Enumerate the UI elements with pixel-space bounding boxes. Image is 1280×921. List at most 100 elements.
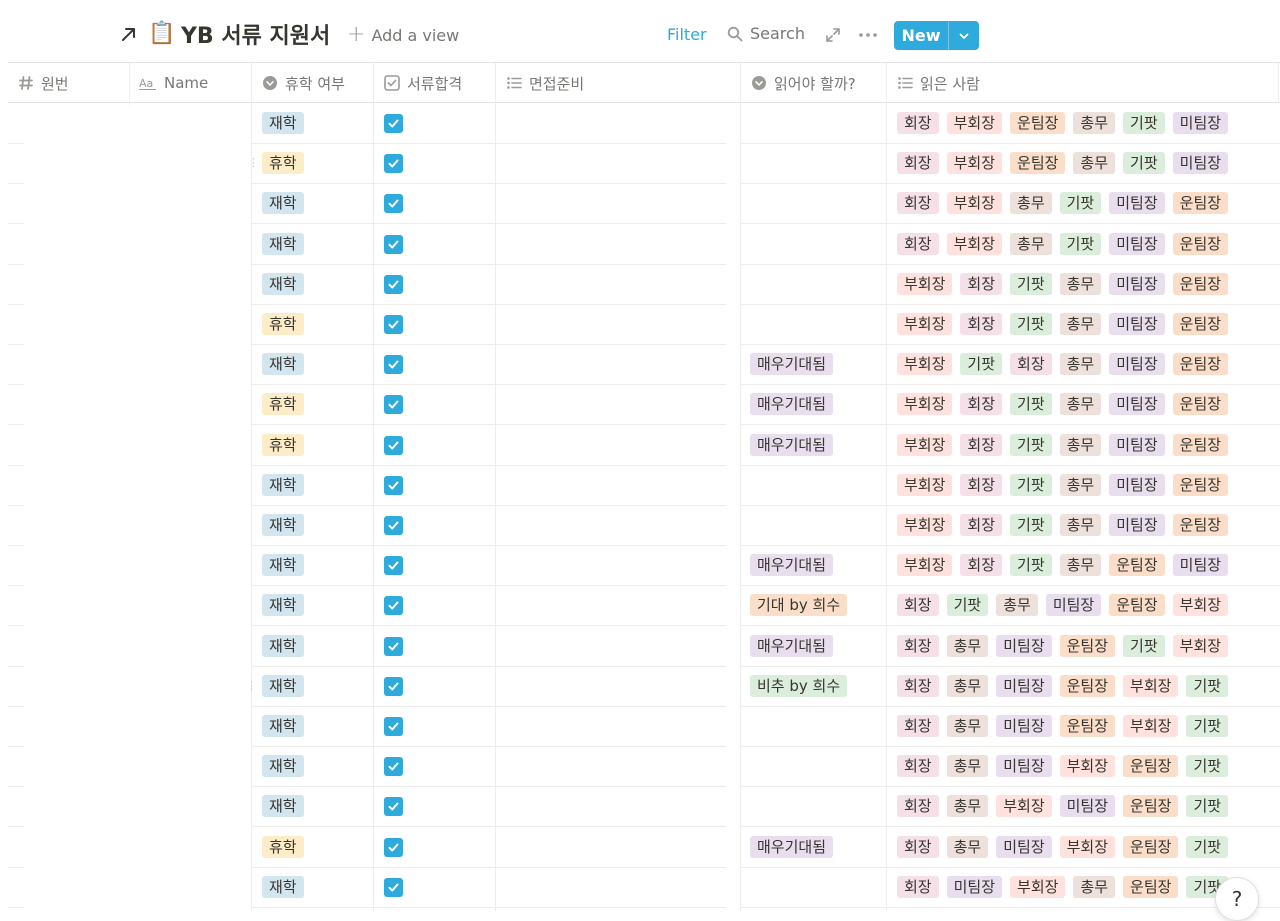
table-row[interactable]: 휴학 매우기대됨 부회장 회장 기팟 총무 미팀장 운팀장 — [0, 384, 1280, 425]
readers-cell[interactable]: 회장 총무 미팀장 부회장 운팀장 기팟 — [897, 827, 1280, 867]
readers-cell[interactable]: 회장 부회장 총무 기팟 미팀장 운팀장 — [897, 183, 1280, 223]
should-read-cell[interactable]: 매우기대됨 — [750, 384, 841, 424]
expand-icon[interactable] — [825, 27, 841, 43]
table-row[interactable]: 재학 매우기대됨 회장 총무 미팀장 운팀장 기팟 부회장 — [0, 626, 1280, 667]
readers-cell[interactable]: 부회장 회장 기팟 총무 미팀장 운팀장 — [897, 384, 1280, 424]
column-header-number[interactable]: 원번 — [18, 63, 69, 103]
readers-cell[interactable]: 회장 부회장 운팀장 총무 기팟 미팀장 — [897, 103, 1280, 143]
leave-status-cell[interactable]: 휴학 — [262, 304, 312, 344]
checkbox-checked-icon[interactable] — [384, 193, 403, 213]
checkbox-checked-icon[interactable] — [384, 716, 403, 736]
leave-status-cell[interactable]: 재학 — [262, 786, 312, 826]
readers-cell[interactable]: 부회장 회장 기팟 총무 미팀장 운팀장 — [897, 465, 1280, 505]
checkbox-checked-icon[interactable] — [384, 877, 403, 897]
checkbox-checked-icon[interactable] — [384, 676, 403, 696]
open-as-page-icon[interactable] — [118, 23, 140, 45]
checkbox-checked-icon[interactable] — [384, 636, 403, 656]
leave-status-cell[interactable]: 재학 — [262, 505, 312, 545]
filter-button[interactable]: Filter — [667, 25, 707, 44]
column-header-doc-pass[interactable]: 서류합격 — [384, 63, 462, 103]
checkbox-checked-icon[interactable] — [384, 153, 403, 173]
should-read-cell[interactable]: 매우기대됨 — [750, 344, 841, 384]
checkbox-checked-icon[interactable] — [384, 555, 403, 575]
table-row[interactable]: 재학 회장 부회장 총무 기팟 미팀장 운팀장 — [0, 224, 1280, 265]
should-read-cell[interactable]: 비추 by 희수 — [750, 666, 855, 706]
drag-handle-icon[interactable]: ⋮ — [248, 157, 259, 169]
readers-cell[interactable]: 부회장 회장 기팟 총무 미팀장 운팀장 — [897, 505, 1280, 545]
checkbox-checked-icon[interactable] — [384, 796, 403, 816]
should-read-cell[interactable]: 매우기대됨 — [750, 545, 841, 585]
table-row[interactable]: 재학 기대 by 희수 회장 기팟 총무 미팀장 운팀장 부회장 — [0, 585, 1280, 626]
leave-status-cell[interactable]: 재학 — [262, 746, 312, 786]
column-header-readers[interactable]: 읽은 사람 — [897, 63, 980, 103]
column-header-interview[interactable]: 면접준비 — [506, 63, 584, 103]
table-row[interactable]: 재학 부회장 회장 기팟 총무 미팀장 운팀장 — [0, 505, 1280, 546]
leave-status-cell[interactable]: 재학 — [262, 264, 312, 304]
readers-cell[interactable]: 회장 부회장 운팀장 총무 기팟 미팀장 — [897, 143, 1280, 183]
more-options-icon[interactable] — [858, 27, 878, 43]
leave-status-cell[interactable]: 재학 — [262, 465, 312, 505]
leave-status-cell[interactable]: 재학 — [262, 867, 312, 907]
leave-status-cell[interactable]: 재학 — [262, 626, 312, 666]
checkbox-checked-icon[interactable] — [384, 475, 403, 495]
table-row[interactable]: 재학 매우기대됨 부회장 회장 기팟 총무 운팀장 미팀장 — [0, 545, 1280, 586]
leave-status-cell[interactable]: 휴학 — [262, 827, 312, 867]
should-read-cell[interactable]: 기대 by 희수 — [750, 585, 855, 625]
search-button[interactable]: Search — [727, 24, 805, 43]
readers-cell[interactable]: 부회장 회장 기팟 총무 운팀장 미팀장 — [897, 545, 1280, 585]
leave-status-cell[interactable]: 휴학 — [262, 425, 312, 465]
leave-status-cell[interactable]: 재학 — [262, 103, 312, 143]
readers-cell[interactable]: 회장 총무 미팀장 부회장 운팀장 기팟 — [897, 746, 1280, 786]
add-view-button[interactable]: + Add a view — [347, 24, 459, 46]
readers-cell[interactable]: 부회장 기팟 회장 총무 미팀장 운팀장 — [897, 344, 1280, 384]
leave-status-cell[interactable]: 재학 — [262, 585, 312, 625]
checkbox-checked-icon[interactable] — [384, 113, 403, 133]
table-row[interactable]: 재학 회장 미팀장 부회장 총무 운팀장 기팟 — [0, 867, 1280, 908]
page-title[interactable]: YB 서류 지원서 — [181, 18, 330, 50]
column-header-should-read[interactable]: 읽어야 할까? — [751, 63, 856, 103]
table-row[interactable]: 휴학 회장 부회장 운팀장 총무 기팟 미팀장 — [0, 143, 1280, 184]
leave-status-cell[interactable]: 재학 — [262, 224, 312, 264]
readers-cell[interactable]: 회장 총무 미팀장 운팀장 기팟 부회장 — [897, 626, 1280, 666]
checkbox-checked-icon[interactable] — [384, 595, 403, 615]
leave-status-cell[interactable]: 휴학 — [262, 143, 312, 183]
checkbox-checked-icon[interactable] — [384, 515, 403, 535]
checkbox-checked-icon[interactable] — [384, 837, 403, 857]
readers-cell[interactable]: 회장 기팟 총무 미팀장 운팀장 부회장 — [897, 585, 1280, 625]
help-button[interactable]: ? — [1215, 877, 1259, 921]
should-read-cell[interactable]: 매우기대됨 — [750, 425, 841, 465]
table-row[interactable]: 재학 부회장 회장 기팟 총무 미팀장 운팀장 — [0, 465, 1280, 506]
checkbox-checked-icon[interactable] — [384, 274, 403, 294]
should-read-cell[interactable]: 매우기대됨 — [750, 626, 841, 666]
table-row[interactable]: 재학 회장 총무 부회장 미팀장 운팀장 기팟 — [0, 786, 1280, 827]
leave-status-cell[interactable]: 재학 — [262, 183, 312, 223]
leave-status-cell[interactable]: 재학 — [262, 545, 312, 585]
column-header-leave[interactable]: 휴학 여부 — [262, 63, 345, 103]
readers-cell[interactable]: 회장 총무 부회장 미팀장 운팀장 기팟 — [897, 786, 1280, 826]
readers-cell[interactable]: 회장 총무 미팀장 운팀장 부회장 기팟 — [897, 706, 1280, 746]
table-row[interactable]: 재학 회장 부회장 운팀장 총무 기팟 미팀장 — [0, 103, 1280, 144]
table-row[interactable]: 재학 회장 총무 미팀장 운팀장 부회장 기팟 — [0, 706, 1280, 747]
checkbox-checked-icon[interactable] — [384, 314, 403, 334]
table-row[interactable]: 재학 회장 총무 미팀장 부회장 운팀장 기팟 — [0, 746, 1280, 787]
checkbox-checked-icon[interactable] — [384, 394, 403, 414]
table-row[interactable]: 재학 비추 by 희수 회장 총무 미팀장 운팀장 부회장 기팟 — [0, 666, 1280, 707]
table-row[interactable]: 재학 매우기대됨 부회장 기팟 회장 총무 미팀장 운팀장 — [0, 344, 1280, 385]
checkbox-checked-icon[interactable] — [384, 354, 403, 374]
drag-handle-icon[interactable]: ⋮ — [246, 680, 257, 692]
new-button[interactable]: New — [894, 21, 979, 50]
chevron-down-icon[interactable] — [949, 21, 979, 50]
table-row[interactable]: 휴학 부회장 회장 기팟 총무 미팀장 운팀장 — [0, 304, 1280, 345]
checkbox-checked-icon[interactable] — [384, 234, 403, 254]
checkbox-checked-icon[interactable] — [384, 756, 403, 776]
readers-cell[interactable]: 부회장 회장 기팟 총무 미팀장 운팀장 — [897, 304, 1280, 344]
leave-status-cell[interactable]: 재학 — [262, 344, 312, 384]
table-row[interactable]: 휴학 매우기대됨 부회장 회장 기팟 총무 미팀장 운팀장 — [0, 425, 1280, 466]
readers-cell[interactable]: 회장 부회장 총무 기팟 미팀장 운팀장 — [897, 224, 1280, 264]
column-header-name[interactable]: Aa Name — [139, 63, 208, 103]
leave-status-cell[interactable]: 휴학 — [262, 384, 312, 424]
readers-cell[interactable]: 부회장 회장 기팟 총무 미팀장 운팀장 — [897, 264, 1280, 304]
table-row[interactable]: 재학 회장 부회장 총무 기팟 미팀장 운팀장 — [0, 183, 1280, 224]
leave-status-cell[interactable]: 재학 — [262, 666, 312, 706]
checkbox-checked-icon[interactable] — [384, 435, 403, 455]
